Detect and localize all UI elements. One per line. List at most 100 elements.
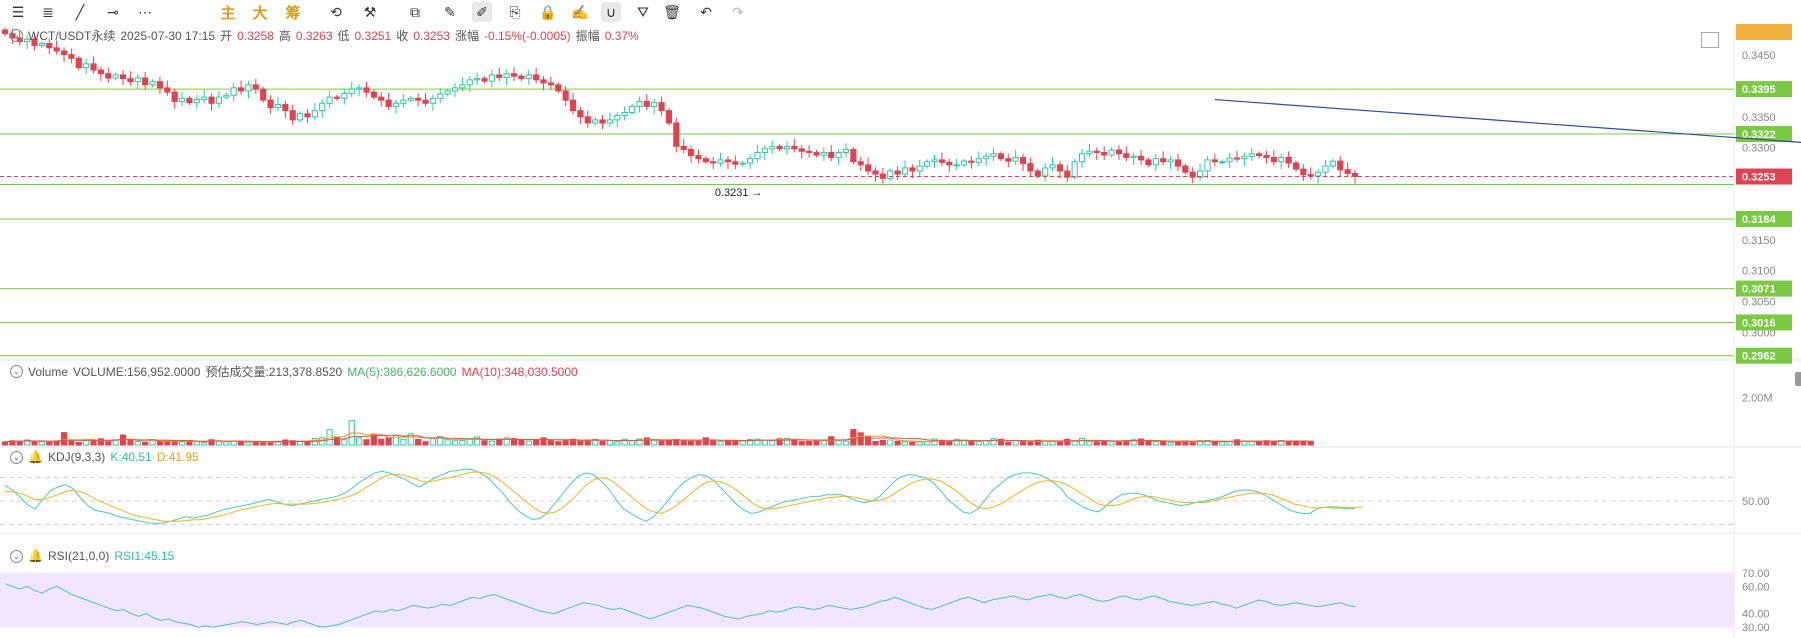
candle bbox=[968, 160, 975, 163]
candle bbox=[1233, 157, 1241, 160]
candle bbox=[1012, 156, 1019, 162]
volume-bar bbox=[245, 441, 252, 446]
volume-collapse-icon[interactable]: ⌄ bbox=[10, 365, 23, 378]
magnet-icon[interactable]: ∪ bbox=[601, 2, 621, 22]
redo-icon[interactable]: ↷ bbox=[728, 2, 748, 22]
volume-bar bbox=[1167, 441, 1174, 446]
note-icon[interactable]: ✍ bbox=[570, 2, 590, 22]
volume-bar bbox=[1005, 441, 1012, 446]
pen-icon[interactable]: ✐ bbox=[472, 2, 492, 22]
candle bbox=[1263, 155, 1270, 158]
volume-bar bbox=[680, 440, 687, 446]
list-icon[interactable]: ≣ bbox=[38, 2, 58, 22]
candle bbox=[747, 158, 754, 164]
volume-bar bbox=[1248, 440, 1255, 446]
candle bbox=[754, 152, 761, 160]
hline-icon[interactable]: ⊸ bbox=[103, 2, 123, 22]
candle bbox=[695, 155, 702, 160]
datetime-label: 2025-07-30 17:15 bbox=[120, 28, 216, 43]
copy-icon[interactable]: ⧉ bbox=[405, 2, 425, 22]
volume-bar bbox=[687, 440, 695, 446]
candle bbox=[813, 152, 820, 156]
delete-icon[interactable]: 🗑 bbox=[662, 2, 682, 22]
side-collapse-handle[interactable] bbox=[1795, 372, 1801, 386]
close-label: 收 bbox=[396, 29, 409, 43]
candle bbox=[562, 90, 569, 101]
candle bbox=[643, 100, 650, 107]
low-label: 低 bbox=[337, 29, 350, 43]
candle bbox=[208, 96, 215, 104]
bell-icon[interactable]: 🔔 bbox=[28, 549, 43, 563]
kdj-header: ⌄ 🔔 KDJ(9,3,3) K:40.51 D:41.95 bbox=[10, 450, 199, 464]
candle bbox=[614, 115, 621, 121]
candle bbox=[828, 152, 835, 158]
candle bbox=[1307, 174, 1314, 177]
volume-bar bbox=[415, 439, 422, 446]
candle bbox=[680, 145, 687, 150]
volume-bar bbox=[533, 439, 540, 446]
toolbar: ☰ ≣ ╱ ⊸ ⋯ 主大筹 ⟲ ⚒ ⧉ ✎ ✐ ⎘ 🔒 ✍ ∪ ⛛ 🗑 ↶ ↷ bbox=[0, 0, 1801, 24]
kdj-collapse-icon[interactable]: ⌄ bbox=[10, 450, 23, 464]
undo-icon[interactable]: ↶ bbox=[696, 2, 716, 22]
rsi-collapse-icon[interactable]: ⌄ bbox=[10, 549, 23, 563]
candle bbox=[378, 96, 385, 101]
volume-bar bbox=[761, 439, 768, 446]
volume-bar bbox=[90, 440, 97, 446]
big-icon[interactable]: 大 bbox=[250, 2, 270, 22]
ruler-icon[interactable]: ✎ bbox=[440, 2, 460, 22]
candle bbox=[909, 167, 916, 172]
amp-label: 振幅 bbox=[575, 29, 600, 43]
candle bbox=[127, 78, 134, 83]
volume-bar bbox=[813, 440, 820, 446]
candle bbox=[938, 159, 945, 163]
candle bbox=[97, 69, 104, 75]
candle bbox=[1086, 150, 1093, 155]
symbol-label[interactable]: WCT/USDT永续 bbox=[28, 27, 115, 44]
candle bbox=[1123, 153, 1130, 158]
price-axis-tick: 0.3300 bbox=[1742, 143, 1776, 155]
main-icon[interactable]: 主 bbox=[218, 2, 238, 22]
tool-icon[interactable]: ⚒ bbox=[360, 2, 380, 22]
candle bbox=[924, 161, 931, 167]
candle bbox=[1005, 158, 1012, 162]
candle bbox=[1174, 159, 1182, 167]
candle bbox=[230, 87, 237, 96]
candle bbox=[407, 97, 414, 101]
candle bbox=[105, 73, 112, 79]
candle bbox=[1167, 159, 1174, 163]
candle bbox=[569, 99, 577, 112]
kdj-d-line bbox=[5, 471, 1363, 522]
candle bbox=[1101, 152, 1108, 156]
candle bbox=[1204, 159, 1211, 172]
compare-icon[interactable]: ⎘ bbox=[505, 2, 525, 22]
expand-icon[interactable] bbox=[1701, 32, 1719, 48]
volume-bar bbox=[628, 440, 636, 446]
candle bbox=[1145, 159, 1152, 166]
volume-bar bbox=[1012, 440, 1019, 446]
volume-value: VOLUME:156,952.0000 bbox=[73, 364, 201, 379]
candle bbox=[732, 161, 739, 165]
volume-bar bbox=[1145, 440, 1152, 446]
candle bbox=[1256, 153, 1263, 157]
volume-bar bbox=[909, 441, 916, 446]
menu-icon[interactable]: ☰ bbox=[8, 2, 28, 22]
volume-bar bbox=[363, 439, 370, 446]
more-icon[interactable]: ⋯ bbox=[135, 2, 155, 22]
volume-bar bbox=[1101, 440, 1108, 446]
candle bbox=[1270, 156, 1277, 163]
bell-icon[interactable]: 🔔 bbox=[28, 450, 43, 464]
volume-bar bbox=[798, 441, 805, 446]
volume-bar bbox=[879, 439, 886, 446]
price-collapse-icon[interactable]: ⌄ bbox=[10, 29, 23, 42]
volume-bar bbox=[171, 441, 178, 446]
candle bbox=[481, 78, 488, 82]
line-draw-icon[interactable]: ╱ bbox=[70, 2, 90, 22]
lock-icon[interactable]: 🔒 bbox=[538, 2, 558, 22]
chip-icon[interactable]: 筹 bbox=[283, 2, 303, 22]
filter-icon[interactable]: ⛛ bbox=[633, 2, 653, 22]
candle bbox=[1292, 162, 1300, 170]
rsi-value: RSI1:45.15 bbox=[114, 549, 175, 563]
sync-icon[interactable]: ⟲ bbox=[326, 2, 346, 22]
candle bbox=[333, 96, 341, 99]
level-badge-label: 0.3395 bbox=[1742, 84, 1776, 96]
